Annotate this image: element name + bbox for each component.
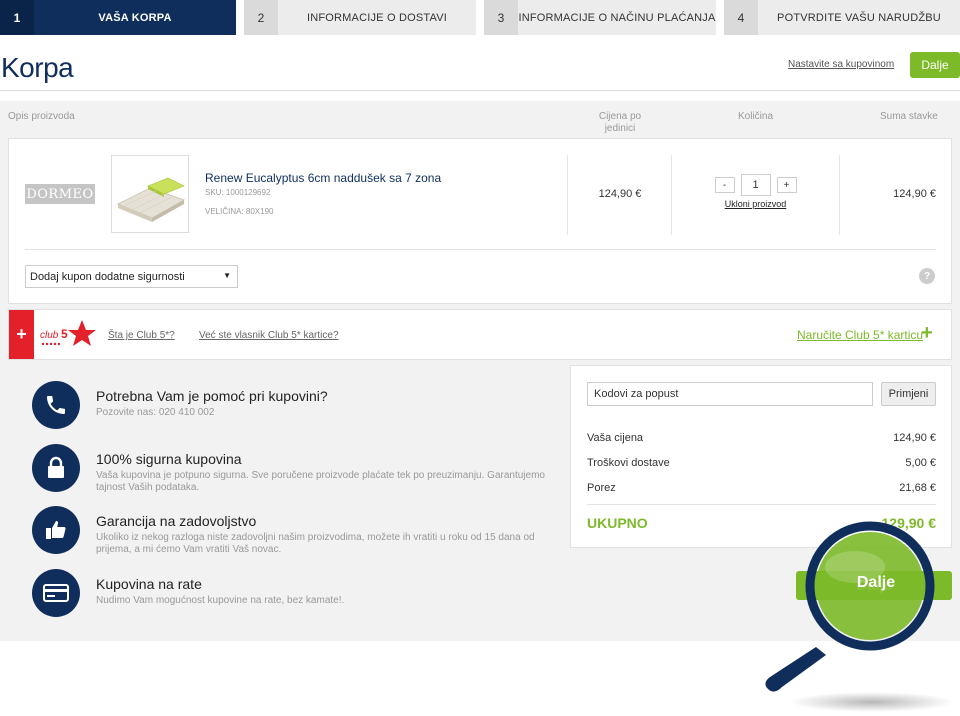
unit-price: 124,90 € [598, 188, 642, 200]
feature-title: 100% sigurna kupovina [96, 451, 242, 467]
qty-increase-button[interactable]: + [776, 177, 797, 193]
summary-row-shipping: Troškovi dostave 5,00 € [587, 457, 936, 469]
feature-text: Ukoliko iz nekog razloga niste zadovoljn… [96, 532, 535, 555]
summary-row-price: Vaša cijena 124,90 € [587, 432, 936, 444]
magnifier-icon [760, 515, 960, 716]
quantity-stepper: - 1 + Ukloni proizvod [672, 174, 839, 209]
what-is-club-link[interactable]: Šta je Club 5*? [108, 330, 175, 341]
step-label: INFORMACIJE O DOSTAVI [306, 11, 448, 24]
checkout-steps: 1 VAŠA KORPA 2 INFORMACIJE O DOSTAVI 3 I… [0, 0, 960, 35]
apply-discount-button[interactable]: Primjeni [881, 382, 936, 406]
chevron-down-icon: ▼ [223, 271, 231, 280]
step-payment[interactable]: 3 INFORMACIJE O NAČINU PLAĆANJA [484, 0, 716, 35]
summary-row-tax: Porez 21,68 € [587, 482, 936, 494]
qty-input[interactable]: 1 [740, 174, 771, 196]
coupon-select-value: Dodaj kupon dodatne sigurnosti [30, 270, 185, 283]
product-size: VELIČINA: 80X190 [205, 207, 274, 216]
step-confirm[interactable]: 4 POTVRDITE VAŠU NARUDŽBU [724, 0, 960, 35]
cart-item-box: DORMEO Renew Eucalyptus 6cm naddušek sa … [8, 138, 952, 304]
summary-label: Troškovi dostave [587, 457, 670, 469]
step-number: 2 [244, 0, 278, 35]
continue-shopping-link[interactable]: Nastavite sa kupovinom [788, 59, 894, 70]
svg-text:club: club [40, 330, 59, 341]
step-cart[interactable]: 1 VAŠA KORPA [0, 0, 236, 35]
club-five-box: + club 5 Šta je Club 5*? Već ste vlasnik… [8, 309, 952, 360]
col-line-total: Suma stavke [880, 111, 938, 122]
summary-label: Vaša cijena [587, 432, 644, 444]
qty-decrease-button[interactable]: - [714, 177, 735, 193]
feature-text: Nudimo Vam mogućnost kupovine na rate, b… [96, 595, 345, 606]
col-unit-price: Cijena po jedinici [598, 111, 642, 134]
summary-value: 21,68 € [899, 482, 936, 494]
order-club-card-link[interactable]: Naručite Club 5* karticu [797, 328, 923, 342]
step-number: 3 [484, 0, 518, 35]
page-title: Korpa [1, 52, 74, 83]
summary-value: 5,00 € [905, 457, 936, 469]
header-divider [0, 90, 960, 91]
add-icon[interactable]: + [921, 323, 933, 343]
svg-text:5: 5 [61, 327, 68, 341]
step-label: INFORMACIJE O NAČINU PLAĆANJA [518, 11, 716, 24]
next-button-top[interactable]: Dalje [910, 52, 960, 78]
col-description: Opis proizvoda [8, 111, 75, 122]
brand-logo: DORMEO [25, 184, 95, 204]
summary-value: 124,90 € [893, 432, 936, 444]
col-quantity: Količina [738, 111, 774, 122]
cart-inner-divider [25, 249, 936, 250]
step-label: VAŠA KORPA [98, 11, 172, 24]
club-five-logo: club 5 [38, 318, 98, 350]
feature-text: Vaša kupovina je potpuno sigurna. Sve po… [96, 470, 545, 493]
step-label: POTVRDITE VAŠU NARUDŽBU [777, 11, 941, 24]
summary-divider [587, 504, 936, 505]
step-number: 1 [0, 0, 34, 35]
phone-icon [32, 381, 80, 429]
lock-icon [32, 444, 80, 492]
help-icon[interactable]: ? [919, 268, 935, 284]
club-member-link[interactable]: Već ste vlasnik Club 5* kartice? [199, 330, 339, 341]
step-delivery[interactable]: 2 INFORMACIJE O DOSTAVI [244, 0, 476, 35]
thumbs-up-icon [32, 506, 80, 554]
product-name[interactable]: Renew Eucalyptus 6cm naddušek sa 7 zona [205, 171, 441, 185]
feature-title: Potrebna Vam je pomoć pri kupovini? [96, 388, 328, 404]
credit-card-icon [32, 569, 80, 617]
total-label: UKUPNO [587, 515, 648, 531]
feature-title: Kupovina na rate [96, 576, 202, 592]
line-total: 124,90 € [893, 188, 936, 200]
product-thumbnail[interactable] [111, 155, 189, 233]
magnifier-label: Dalje [856, 574, 896, 591]
product-sku: SKU: 1000129692 [205, 188, 271, 197]
security-coupon-select[interactable]: Dodaj kupon dodatne sigurnosti ▼ [25, 265, 238, 288]
club-plus-icon: + [9, 310, 34, 359]
discount-code-input[interactable]: Kodovi za popust [587, 382, 873, 406]
feature-title: Garancija na zadovoljstvo [96, 513, 257, 529]
summary-label: Porez [587, 482, 616, 494]
step-number: 4 [724, 0, 758, 35]
remove-product-link[interactable]: Ukloni proizvod [672, 199, 839, 209]
feature-text: Pozovite nas: 020 410 002 [96, 407, 215, 418]
